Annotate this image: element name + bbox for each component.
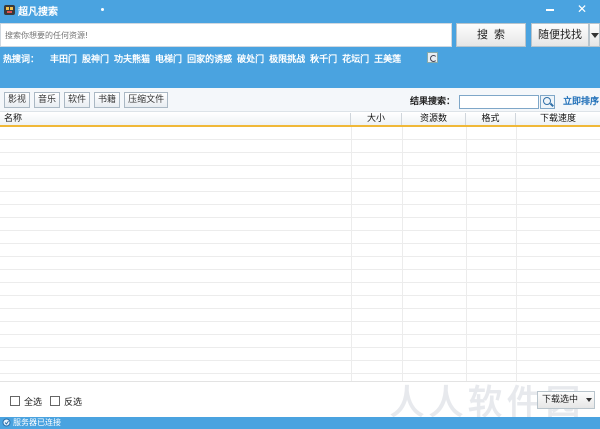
footer-bar: 全选 反选 人人软件园 下载选中: [0, 381, 600, 423]
chevron-down-icon[interactable]: [586, 398, 592, 402]
tab-video[interactable]: 影视: [4, 92, 31, 108]
random-search-button[interactable]: 随便找找: [531, 23, 589, 47]
hot-word[interactable]: 秋千门: [310, 52, 337, 65]
title-dot: [101, 8, 104, 11]
results-table-body[interactable]: [0, 127, 600, 381]
table-row[interactable]: [0, 361, 600, 374]
result-search-input[interactable]: [459, 95, 539, 109]
hot-word[interactable]: 功夫熊猫: [114, 52, 150, 65]
hot-words-list: 丰田门 股神门 功夫熊猫 电梯门 回家的诱惑 破处门 极限挑战 秋千门 花坛门 …: [50, 52, 401, 65]
invert-select-label[interactable]: 反选: [64, 395, 82, 408]
app-logo-icon: [4, 5, 15, 15]
hot-word[interactable]: 回家的诱惑: [187, 52, 232, 65]
hot-words-label: 热搜词：: [3, 55, 40, 65]
status-bar: 服务器已连接: [0, 417, 600, 429]
table-row[interactable]: [0, 322, 600, 335]
table-row[interactable]: [0, 348, 600, 361]
search-icon[interactable]: [540, 95, 555, 109]
tab-books[interactable]: 书籍: [94, 92, 121, 108]
table-row[interactable]: [0, 140, 600, 153]
column-divider: [351, 127, 352, 381]
table-row[interactable]: [0, 283, 600, 296]
column-divider: [402, 127, 403, 381]
hot-word[interactable]: 破处门: [237, 52, 264, 65]
table-row[interactable]: [0, 205, 600, 218]
close-button[interactable]: ✕: [570, 0, 594, 18]
table-row[interactable]: [0, 309, 600, 322]
table-row[interactable]: [0, 270, 600, 283]
select-all-checkbox[interactable]: [10, 396, 20, 406]
column-size[interactable]: 大小: [351, 113, 402, 125]
hot-word[interactable]: 电梯门: [155, 52, 182, 65]
column-divider: [516, 127, 517, 381]
connection-icon: [2, 418, 11, 427]
column-download-speed[interactable]: 下载速度: [516, 113, 600, 125]
tab-software[interactable]: 软件: [64, 92, 91, 108]
column-sources[interactable]: 资源数: [402, 113, 466, 125]
table-row[interactable]: [0, 296, 600, 309]
tab-music[interactable]: 音乐: [34, 92, 61, 108]
table-row[interactable]: [0, 257, 600, 270]
table-row[interactable]: [0, 153, 600, 166]
table-row[interactable]: [0, 231, 600, 244]
random-dropdown-button[interactable]: [589, 23, 600, 47]
title-bar[interactable]: 超凡搜索 ✕: [0, 0, 600, 20]
results-table-header: 名称 大小 资源数 格式 下载速度: [0, 113, 600, 127]
table-row[interactable]: [0, 335, 600, 348]
column-name[interactable]: 名称: [0, 113, 351, 125]
search-button[interactable]: 搜索: [456, 23, 526, 47]
table-row[interactable]: [0, 374, 600, 381]
table-row[interactable]: [0, 218, 600, 231]
column-format[interactable]: 格式: [466, 113, 516, 125]
table-row[interactable]: [0, 166, 600, 179]
table-row[interactable]: [0, 179, 600, 192]
minimize-button[interactable]: [540, 0, 560, 18]
table-row[interactable]: [0, 127, 600, 140]
hot-word[interactable]: 股神门: [82, 52, 109, 65]
status-text: 服务器已连接: [13, 418, 61, 427]
tab-archives[interactable]: 压缩文件: [124, 92, 169, 108]
result-search-label: 结果搜索：: [410, 97, 456, 107]
refresh-hot-words-icon[interactable]: [427, 52, 438, 63]
hot-word[interactable]: 极限挑战: [269, 52, 305, 65]
sort-now-link[interactable]: 立即排序: [563, 94, 599, 107]
window-title: 超凡搜索: [18, 7, 58, 18]
table-row[interactable]: [0, 244, 600, 257]
invert-select-checkbox[interactable]: [50, 396, 60, 406]
search-input[interactable]: [0, 23, 452, 47]
hot-word[interactable]: 王美莲: [374, 52, 401, 65]
select-all-label[interactable]: 全选: [24, 395, 42, 408]
hot-word[interactable]: 丰田门: [50, 52, 77, 65]
column-divider: [466, 127, 467, 381]
hot-word[interactable]: 花坛门: [342, 52, 369, 65]
table-row[interactable]: [0, 192, 600, 205]
category-tabs: 影视 音乐 软件 书籍 压缩文件: [4, 92, 169, 108]
